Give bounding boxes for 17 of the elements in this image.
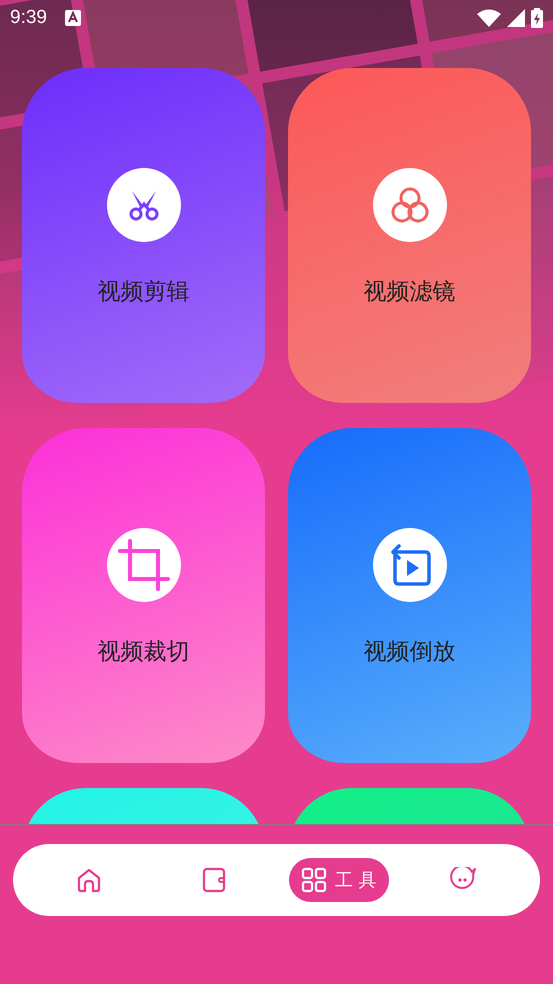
home-icon <box>76 867 102 893</box>
tool-card[interactable]: 视频剪辑 <box>22 68 265 403</box>
wallet-icon <box>202 867 226 893</box>
tool-label: 视频滤镜 <box>364 278 456 307</box>
crop-icon <box>116 537 172 593</box>
tool-card[interactable]: 视频滤镜 <box>288 68 531 403</box>
nav-tab[interactable]: 工 具 <box>289 858 389 902</box>
tool-label: 视频裁切 <box>98 638 190 667</box>
battery-icon <box>531 8 543 28</box>
wifi-icon <box>477 9 501 27</box>
tool-card[interactable]: 视频倒放 <box>288 428 531 763</box>
tool-label: 视频剪辑 <box>98 278 190 307</box>
notification-icon <box>64 10 81 26</box>
grid-icon <box>301 867 327 893</box>
tool-card[interactable]: 视频裁切 <box>22 428 265 763</box>
clock-time: 9:39 <box>10 7 47 29</box>
tool-label: 视频倒放 <box>364 638 456 667</box>
